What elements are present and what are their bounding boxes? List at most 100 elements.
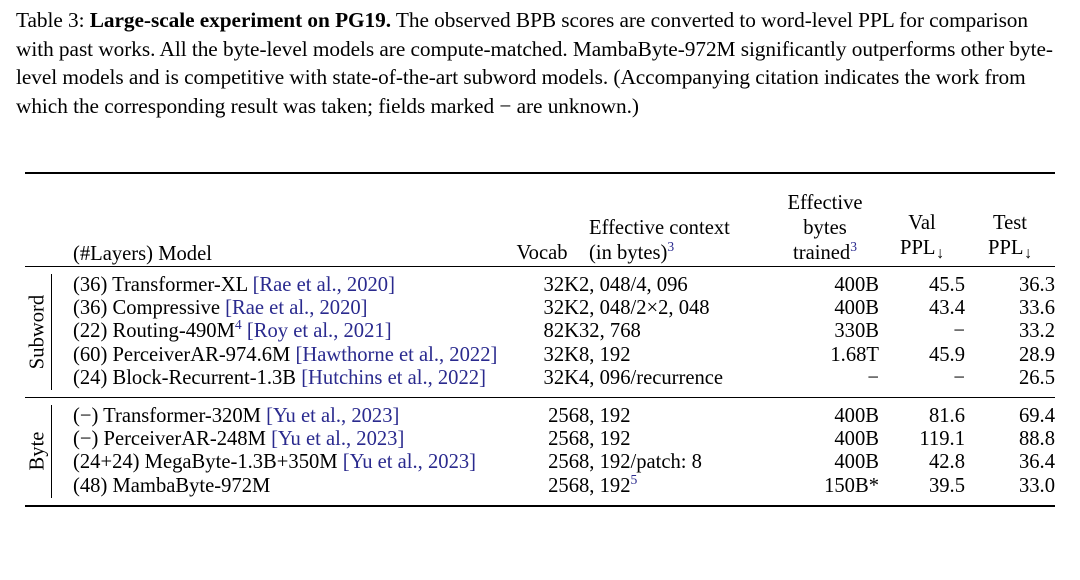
header-bar-spacer: [51, 174, 73, 266]
cell-vocab: 256: [548, 405, 579, 428]
down-arrow-icon: ↓: [935, 245, 945, 262]
down-arrow-icon: ↓: [1023, 245, 1033, 262]
citation-link[interactable]: [Rae et al., 2020]: [225, 297, 367, 319]
group-divider-bar: [50, 366, 73, 391]
cell-vocab: 32K: [543, 274, 579, 296]
table-row: Byte (−) Transformer-320M [Yu et al., 202…: [25, 405, 1055, 471]
row-group-label-byte: Byte: [25, 405, 51, 498]
cell-val-ppl: 45.9: [928, 343, 965, 366]
model-name: Compressive: [112, 297, 226, 320]
cell-val-ppl: 81.6: [928, 405, 965, 428]
cell-model: (48) MambaByte-972M: [73, 475, 505, 498]
column-header-vocab: Vocab: [516, 242, 568, 264]
cell-val-ppl: 45.5: [928, 274, 965, 296]
paper-table-figure: Table 3: Large-scale experiment on PG19.…: [0, 0, 1080, 580]
cell-effective-context: 2, 048/4, 096: [579, 274, 771, 297]
cell-val-ppl: −: [953, 366, 965, 389]
model-name: Routing-490M: [112, 320, 235, 343]
context-footnote-marker: 5: [630, 471, 638, 487]
group-top-spacer: [25, 267, 1055, 274]
cell-effective-bytes-trained: −: [867, 366, 879, 389]
model-name: Transformer-320M: [103, 405, 267, 428]
table-row: (24) Block-Recurrent-1.3B [Hutchins et a…: [25, 366, 1055, 391]
group-divider-bar: [50, 474, 73, 498]
citation-link[interactable]: [Yu et al., 2023]: [343, 451, 476, 473]
citation-link[interactable]: [Rae et al., 2020]: [253, 274, 395, 296]
group-top-spacer: [25, 398, 1055, 405]
cell-vocab: 32K: [543, 343, 579, 366]
citation-link[interactable]: [Yu et al., 2023]: [271, 428, 404, 450]
context-header-line1: Effective context: [589, 217, 730, 239]
column-header-effective-context: Effective context (in bytes)3: [579, 174, 771, 266]
spacer-cell: [25, 398, 1055, 405]
effective-context-value: 8, 192: [579, 428, 631, 451]
context-header-footnote-marker: 3: [667, 239, 675, 255]
cell-model: (−) PerceiverAR-248M [Yu et al., 2023]: [73, 428, 505, 451]
effective-context-value: 32, 768: [579, 320, 641, 343]
caption-bold-title: Large-scale experiment on PG19.: [89, 8, 392, 32]
header-group-spacer: [25, 174, 51, 266]
cell-test-ppl: 33.0: [1018, 474, 1055, 497]
cell-model: (60) PerceiverAR-974.6M [Hawthorne et al…: [73, 344, 505, 367]
cell-effective-bytes-trained: 330B: [834, 320, 879, 343]
table-bottom-rule: [25, 504, 1055, 507]
header-row: (#Layers) Model Vocab Effective context …: [25, 174, 1055, 266]
table-caption: Table 3: Large-scale experiment on PG19.…: [16, 6, 1064, 120]
group-divider-bar: [50, 320, 73, 344]
caption-label: Table 3:: [16, 8, 85, 32]
model-name: PerceiverAR-974.6M: [112, 343, 296, 366]
model-layer-count: (−): [73, 428, 104, 451]
cell-test-ppl: 26.5: [1018, 366, 1055, 389]
model-name: PerceiverAR-248M: [103, 428, 272, 451]
citation-link[interactable]: [Hutchins et al., 2022]: [301, 367, 486, 389]
context-header-line2: (in bytes): [589, 242, 668, 264]
row-group-label-text: Subword: [26, 294, 49, 370]
column-header-test-ppl: Test PPL↓: [965, 174, 1055, 266]
cell-effective-bytes-trained: 400B: [834, 405, 879, 428]
group-divider-bar: [50, 451, 73, 475]
model-name: MambaByte-972M: [112, 474, 271, 497]
bytes-header-line1: Effective: [787, 192, 863, 214]
model-layer-count: (22): [73, 320, 113, 343]
cell-effective-bytes-trained: 400B: [834, 274, 879, 296]
citation-link[interactable]: [Yu et al., 2023]: [266, 405, 399, 427]
test-header-line2: PPL: [987, 237, 1024, 260]
val-header-line1: Val: [908, 212, 936, 235]
cell-test-ppl: 36.4: [1018, 451, 1055, 474]
cell-effective-context: 32, 768: [579, 320, 771, 343]
cell-effective-context: 8, 192/patch: 8: [579, 451, 771, 474]
group-divider-bar: [50, 405, 73, 429]
effective-context-value: 2, 048/2×2, 048: [579, 297, 710, 320]
spacer-cell: [25, 390, 1055, 397]
cell-vocab: 256: [548, 428, 579, 451]
effective-context-value: 8, 192: [579, 474, 631, 497]
column-header-model: (#Layers) Model: [73, 243, 212, 265]
cell-effective-bytes-trained: 150B*: [824, 474, 879, 497]
effective-context-value: 4, 096/recurrence: [579, 366, 724, 389]
cell-vocab: 32K: [543, 366, 579, 389]
table-row: (48) MambaByte-972M 256 8, 1925 150B* 39.5 33…: [25, 471, 1055, 498]
cell-effective-context: 2, 048/2×2, 048: [579, 297, 771, 320]
model-name: MegaByte-1.3B+350M: [144, 451, 343, 474]
cell-effective-bytes-trained: 400B: [834, 428, 879, 451]
model-layer-count: (36): [73, 297, 113, 320]
citation-link[interactable]: [Hawthorne et al., 2022]: [295, 344, 497, 366]
cell-val-ppl: 119.1: [919, 428, 965, 451]
citation-link[interactable]: [Roy et al., 2021]: [242, 320, 392, 342]
cell-model: (36) Compressive [Rae et al., 2020]: [73, 297, 505, 320]
effective-context-value: 8, 192: [579, 343, 631, 366]
table-row: Subword (36) Transformer-XL [Rae et al., …: [25, 274, 1055, 369]
model-name: Transformer-XL: [112, 274, 253, 296]
cell-effective-bytes-trained: 400B: [834, 451, 879, 474]
cell-vocab: 32K: [543, 297, 579, 320]
cell-model: (24+24) MegaByte-1.3B+350M [Yu et al., 2…: [73, 451, 505, 474]
effective-context-value: 8, 192: [579, 405, 631, 428]
cell-test-ppl: 88.8: [1018, 428, 1055, 451]
cell-effective-bytes-trained: 400B: [834, 297, 879, 320]
cell-vocab: 256: [548, 451, 579, 474]
spacer-cell: [25, 267, 1055, 274]
cell-effective-bytes-trained: 1.68T: [830, 343, 879, 366]
model-layer-count: (36): [73, 274, 113, 296]
cell-effective-context: 4, 096/recurrence: [579, 367, 771, 390]
cell-model: (24) Block-Recurrent-1.3B [Hutchins et a…: [73, 367, 505, 390]
